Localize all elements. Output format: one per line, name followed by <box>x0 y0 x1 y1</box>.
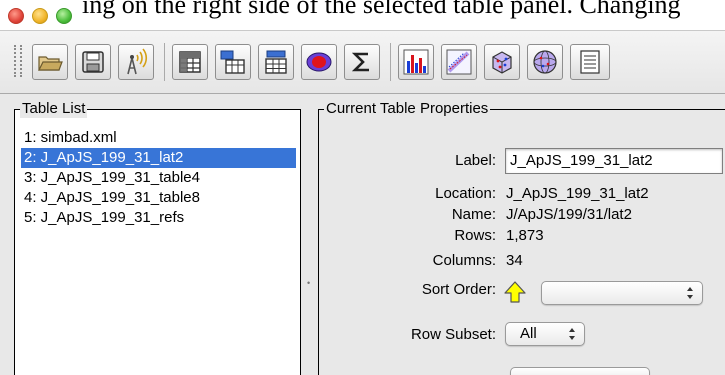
row-subset-selected-value: All <box>520 325 537 342</box>
subset-ellipse-icon <box>306 51 332 73</box>
split-pane-divider[interactable]: • <box>307 278 310 288</box>
table-list-item[interactable]: 5: J_ApJS_199_31_refs <box>21 208 296 228</box>
scatter-plot-button[interactable] <box>441 44 477 80</box>
sigma-statistics-icon <box>351 50 373 74</box>
save-table-button[interactable] <box>75 44 111 80</box>
toolbar-grip[interactable] <box>14 45 22 77</box>
next-property-field[interactable] <box>510 367 650 375</box>
name-label: Name: <box>451 206 496 223</box>
table-list-item-selected[interactable]: 2: J_ApJS_199_31_lat2 <box>21 148 296 168</box>
table-parameters-button[interactable] <box>258 44 294 80</box>
name-value: J/ApJS/199/31/lat2 <box>506 206 632 223</box>
columns-info-button[interactable] <box>215 44 251 80</box>
save-disk-icon <box>81 50 105 74</box>
toolbar-separator <box>164 43 165 81</box>
label-field-label: Label: <box>455 152 496 169</box>
column-statistics-button[interactable] <box>344 44 380 80</box>
main-toolbar <box>0 30 725 94</box>
columns-value: 34 <box>506 252 523 269</box>
broadcast-table-button[interactable] <box>118 44 154 80</box>
histogram-plot-button[interactable] <box>398 44 434 80</box>
partial-heading-text: ing on the right side of the selected ta… <box>82 0 681 19</box>
row-subset-select[interactable]: All <box>505 322 585 346</box>
location-value: J_ApJS_199_31_lat2 <box>506 185 649 202</box>
table-list-item[interactable]: 3: J_ApJS_199_31_table4 <box>21 168 296 188</box>
parameters-table-icon <box>264 50 288 74</box>
table-grid-icon <box>179 51 201 73</box>
truncated-toolbar-button[interactable] <box>570 44 610 80</box>
3d-cube-plot-icon <box>489 49 515 75</box>
histogram-icon <box>403 49 429 75</box>
table-list-item[interactable]: 4: J_ApJS_199_31_table8 <box>21 188 296 208</box>
sphere-plot-icon <box>532 49 558 75</box>
broadcast-icon <box>122 48 150 76</box>
rows-value: 1,873 <box>506 227 544 244</box>
row-subsets-button[interactable] <box>301 44 337 80</box>
cube-plot-button[interactable] <box>484 44 520 80</box>
table-view-button[interactable] <box>172 44 208 80</box>
row-subset-label: Row Subset: <box>410 326 496 343</box>
select-arrows-icon <box>686 285 694 308</box>
location-label: Location: <box>435 185 496 202</box>
zoom-window-button[interactable] <box>56 8 72 24</box>
columns-info-icon <box>220 50 246 74</box>
rows-label: Rows: <box>454 227 496 244</box>
toolbar-separator <box>390 43 391 81</box>
table-list-item[interactable]: 1: simbad.xml <box>21 128 296 148</box>
minimize-window-button[interactable] <box>32 8 48 24</box>
table-list-heading: Table List <box>20 100 88 118</box>
scatter-plot-icon <box>446 49 472 75</box>
sort-order-select[interactable] <box>541 281 703 305</box>
truncated-icon <box>579 49 601 75</box>
columns-label: Columns: <box>432 252 496 269</box>
open-folder-icon <box>37 51 63 73</box>
load-table-button[interactable] <box>32 44 68 80</box>
close-window-button[interactable] <box>8 8 24 24</box>
table-label-input[interactable]: J_ApJS_199_31_lat2 <box>505 148 723 174</box>
sort-direction-up-arrow-icon[interactable] <box>503 280 527 309</box>
sort-order-label: Sort Order: <box>421 281 496 298</box>
table-list-panel: 1: simbad.xml 2: J_ApJS_199_31_lat2 3: J… <box>14 109 301 375</box>
table-properties-heading: Current Table Properties <box>324 100 491 118</box>
table-list: 1: simbad.xml 2: J_ApJS_199_31_lat2 3: J… <box>21 128 296 228</box>
sphere-plot-button[interactable] <box>527 44 563 80</box>
select-arrows-icon <box>568 326 576 349</box>
window-titlebar: ing on the right side of the selected ta… <box>0 0 725 30</box>
